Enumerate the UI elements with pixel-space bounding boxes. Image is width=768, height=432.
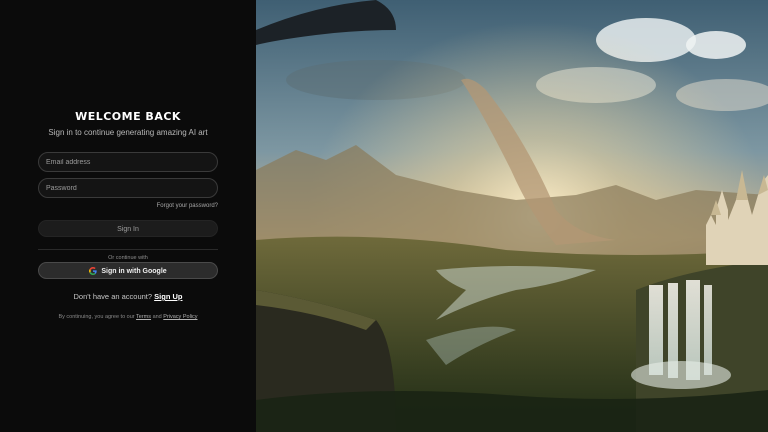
- fantasy-landscape-image: [256, 0, 768, 432]
- terms-text: By continuing, you agree to our Terms an…: [0, 314, 256, 320]
- google-sign-in-button[interactable]: Sign in with Google: [38, 262, 218, 279]
- terms-and: and: [152, 314, 162, 320]
- sign-up-link[interactable]: Sign Up: [154, 292, 182, 301]
- login-panel: Welcome Back Sign in to continue generat…: [0, 0, 256, 432]
- privacy-policy-link[interactable]: Privacy Policy: [163, 314, 197, 320]
- password-field[interactable]: [38, 178, 218, 198]
- no-account-text: Don't have an account? Sign Up: [0, 292, 256, 301]
- divider-label: Or continue with: [104, 255, 152, 261]
- email-field[interactable]: [38, 152, 218, 172]
- landscape-illustration: [256, 0, 768, 432]
- page-title: Welcome Back: [75, 110, 181, 123]
- no-account-label: Don't have an account?: [73, 292, 153, 301]
- terms-link[interactable]: Terms: [136, 314, 151, 320]
- forgot-password-link[interactable]: Forgot your password?: [157, 203, 218, 209]
- google-icon: [89, 267, 98, 276]
- google-button-label: Sign in with Google: [101, 268, 167, 275]
- terms-prefix: By continuing, you agree to our: [58, 314, 135, 320]
- sign-in-button[interactable]: Sign In: [38, 220, 218, 237]
- page-subtitle: Sign in to continue generating amazing A…: [48, 128, 208, 137]
